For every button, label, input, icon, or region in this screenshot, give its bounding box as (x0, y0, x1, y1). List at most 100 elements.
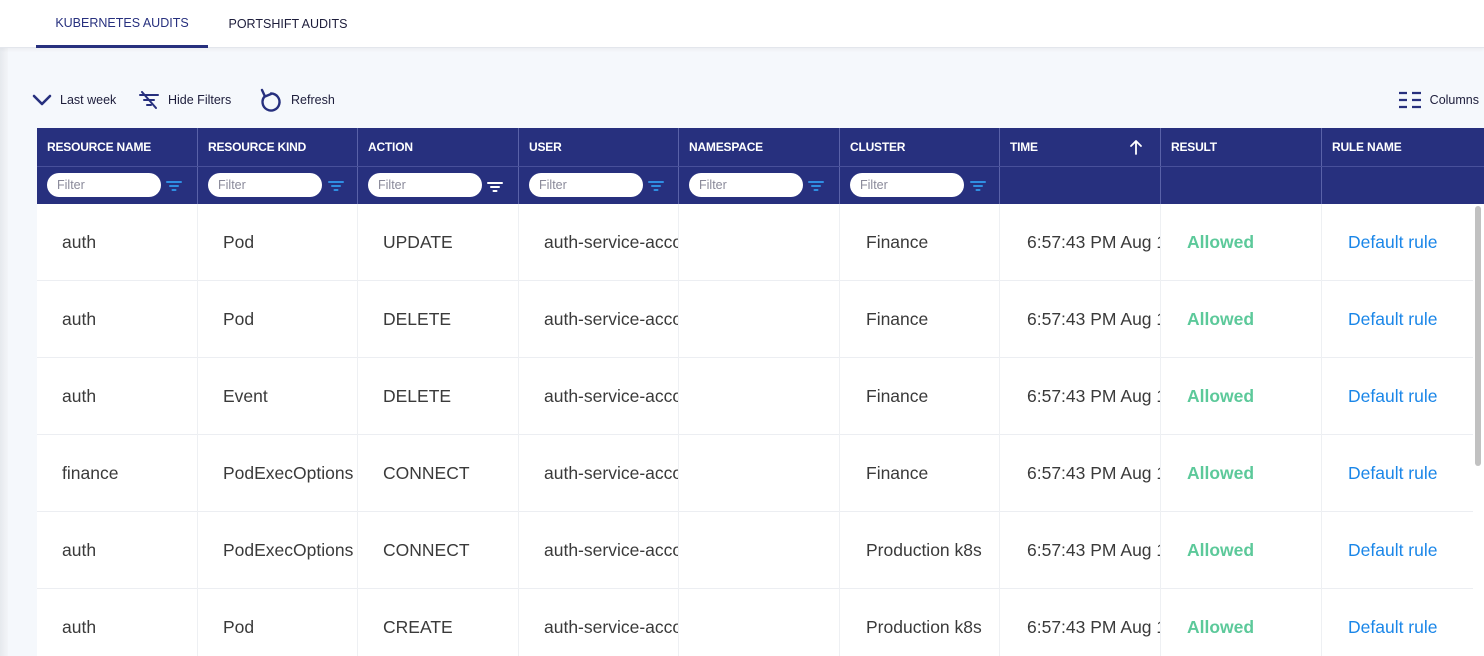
table-scrollbar[interactable] (1473, 204, 1484, 656)
column-header-rule-name[interactable]: RULE NAME (1322, 128, 1484, 166)
filter-input-resource-kind[interactable] (208, 173, 322, 197)
cell-namespace (679, 204, 840, 281)
filter-active-icon[interactable] (487, 181, 503, 193)
cell-user: auth-service-acco (519, 204, 679, 281)
table-row[interactable]: auth PodExecOptions CONNECT auth-service… (37, 512, 1484, 589)
cell-time: 6:57:43 PM Aug 1 (1000, 281, 1161, 358)
filter-cell-result (1161, 167, 1322, 205)
cell-action: CONNECT (358, 435, 519, 512)
filter-off-icon (139, 91, 159, 109)
cell-cluster: Finance (840, 358, 1000, 435)
cell-namespace (679, 589, 840, 656)
cell-result: Allowed (1161, 204, 1322, 281)
refresh-icon (260, 88, 281, 112)
rule-name-link[interactable]: Default rule (1322, 589, 1484, 656)
audits-table: RESOURCE NAME RESOURCE KIND ACTION USER … (37, 128, 1484, 656)
cell-action: CREATE (358, 589, 519, 656)
cell-result: Allowed (1161, 589, 1322, 656)
hide-filters-button[interactable]: Hide Filters (138, 84, 231, 116)
sort-ascending-icon[interactable] (1129, 139, 1143, 155)
columns-button[interactable]: Columns (1398, 84, 1479, 116)
cell-action: DELETE (358, 281, 519, 358)
cell-cluster: Production k8s (840, 589, 1000, 656)
cell-resource-name: auth (37, 358, 198, 435)
cell-namespace (679, 512, 840, 589)
column-header-action[interactable]: ACTION (358, 128, 519, 166)
toolbar: Last week Hide Filters Refresh Columns (0, 84, 1484, 116)
cell-resource-kind: Pod (198, 589, 358, 656)
cell-user: auth-service-acco (519, 589, 679, 656)
tab-bar: KUBERNETES AUDITS PORTSHIFT AUDITS (0, 0, 1484, 48)
filter-cell-cluster (840, 167, 1000, 205)
cell-namespace (679, 281, 840, 358)
rule-name-link[interactable]: Default rule (1322, 358, 1484, 435)
rule-name-link[interactable]: Default rule (1322, 512, 1484, 589)
cell-action: DELETE (358, 358, 519, 435)
cell-time: 6:57:43 PM Aug 1 (1000, 512, 1161, 589)
chevron-down-icon (32, 94, 52, 106)
table-row[interactable]: auth Pod CREATE auth-service-acco Produc… (37, 589, 1484, 656)
table-row[interactable]: auth Pod UPDATE auth-service-acco Financ… (37, 204, 1484, 281)
table-row[interactable]: auth Event DELETE auth-service-acco Fina… (37, 358, 1484, 435)
cell-namespace (679, 435, 840, 512)
rule-name-link[interactable]: Default rule (1322, 435, 1484, 512)
cell-resource-name: finance (37, 435, 198, 512)
column-header-user[interactable]: USER (519, 128, 679, 166)
filter-input-cluster[interactable] (850, 173, 964, 197)
cell-cluster: Finance (840, 435, 1000, 512)
filter-cell-user (519, 167, 679, 205)
tab-portshift-audits[interactable]: PORTSHIFT AUDITS (210, 0, 366, 48)
table-header-row: RESOURCE NAME RESOURCE KIND ACTION USER … (37, 128, 1484, 166)
rule-name-link[interactable]: Default rule (1322, 204, 1484, 281)
filter-cell-namespace (679, 167, 840, 205)
filter-icon[interactable] (328, 180, 344, 192)
cell-resource-name: auth (37, 204, 198, 281)
rule-name-link[interactable]: Default rule (1322, 281, 1484, 358)
cell-namespace (679, 358, 840, 435)
filter-input-user[interactable] (529, 173, 643, 197)
refresh-button[interactable]: Refresh (259, 84, 335, 116)
cell-cluster: Finance (840, 281, 1000, 358)
cell-resource-kind: PodExecOptions (198, 435, 358, 512)
filter-icon[interactable] (808, 180, 824, 192)
cell-time: 6:57:43 PM Aug 1 (1000, 435, 1161, 512)
column-header-resource-name[interactable]: RESOURCE NAME (37, 128, 198, 166)
filter-input-action[interactable] (368, 173, 482, 197)
cell-time: 6:57:43 PM Aug 1 (1000, 589, 1161, 656)
cell-resource-kind: Pod (198, 204, 358, 281)
filter-icon[interactable] (166, 180, 182, 192)
cell-result: Allowed (1161, 281, 1322, 358)
table-row[interactable]: finance PodExecOptions CONNECT auth-serv… (37, 435, 1484, 512)
refresh-label: Refresh (291, 93, 335, 107)
column-header-resource-kind[interactable]: RESOURCE KIND (198, 128, 358, 166)
filter-cell-time (1000, 167, 1161, 205)
filter-cell-rule-name (1322, 167, 1484, 205)
column-header-cluster[interactable]: CLUSTER (840, 128, 1000, 166)
cell-result: Allowed (1161, 358, 1322, 435)
cell-user: auth-service-acco (519, 435, 679, 512)
column-header-result[interactable]: RESULT (1161, 128, 1322, 166)
column-header-time[interactable]: TIME (1000, 128, 1161, 166)
table-row[interactable]: auth Pod DELETE auth-service-acco Financ… (37, 281, 1484, 358)
filter-input-resource-name[interactable] (47, 173, 161, 197)
filter-cell-resource-name (37, 167, 198, 205)
cell-action: UPDATE (358, 204, 519, 281)
filter-input-namespace[interactable] (689, 173, 803, 197)
cell-user: auth-service-acco (519, 281, 679, 358)
filter-icon[interactable] (970, 180, 986, 192)
scrollbar-thumb[interactable] (1475, 206, 1481, 466)
cell-cluster: Production k8s (840, 512, 1000, 589)
columns-icon (1398, 91, 1421, 109)
tab-kubernetes-audits[interactable]: KUBERNETES AUDITS (36, 0, 208, 48)
time-range-label: Last week (60, 93, 117, 107)
cell-time: 6:57:43 PM Aug 1 (1000, 358, 1161, 435)
time-range-dropdown[interactable]: Last week (32, 84, 116, 116)
cell-resource-kind: PodExecOptions (198, 512, 358, 589)
filter-icon[interactable] (648, 180, 664, 192)
filter-cell-action (358, 167, 519, 205)
cell-time: 6:57:43 PM Aug 1 (1000, 204, 1161, 281)
cell-resource-name: auth (37, 589, 198, 656)
hide-filters-label: Hide Filters (168, 93, 232, 107)
column-header-namespace[interactable]: NAMESPACE (679, 128, 840, 166)
cell-user: auth-service-acco (519, 512, 679, 589)
